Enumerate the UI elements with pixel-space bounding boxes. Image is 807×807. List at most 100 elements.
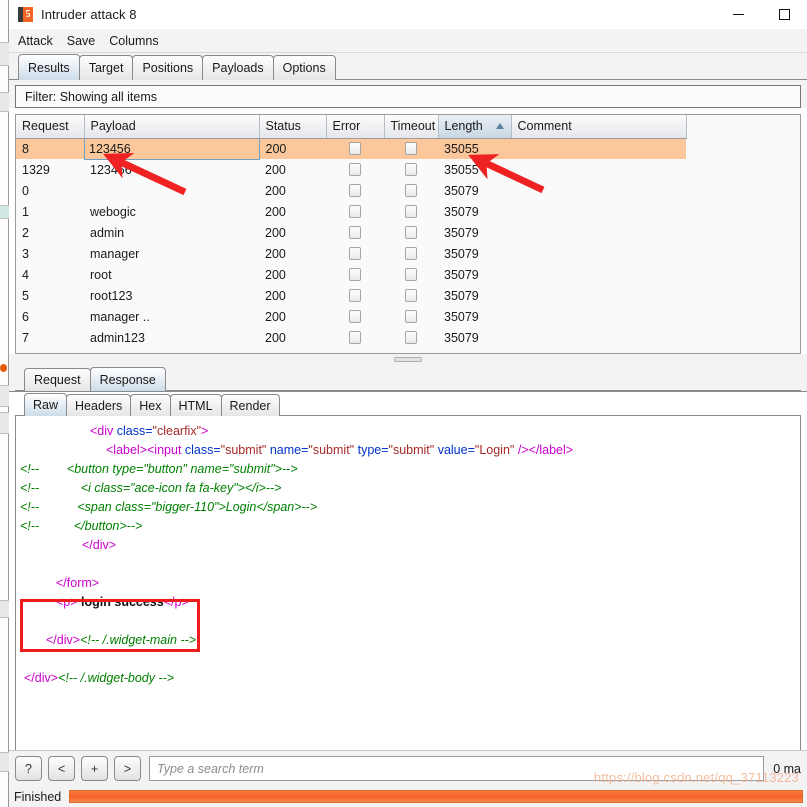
cell-error-checkbox[interactable] — [326, 243, 384, 264]
checkbox-unchecked-icon[interactable] — [349, 226, 361, 240]
column-header-status[interactable]: Status — [259, 115, 327, 139]
table-row[interactable]: 3 manager 200 35079 — [16, 243, 686, 264]
checkbox-unchecked-icon[interactable] — [405, 142, 417, 156]
code-token: </button>--> — [39, 519, 143, 533]
column-header-length[interactable]: Length — [438, 115, 512, 139]
checkbox-unchecked-icon[interactable] — [349, 331, 361, 345]
checkbox-unchecked-icon[interactable] — [349, 310, 361, 324]
tab-headers[interactable]: Headers — [66, 394, 132, 416]
menu-save[interactable]: Save — [67, 34, 96, 48]
cell-payload: root123 — [90, 288, 133, 303]
checkbox-unchecked-icon[interactable] — [405, 268, 417, 282]
cell-timeout-checkbox[interactable] — [384, 327, 438, 348]
login-success-highlight — [20, 599, 200, 652]
cell-timeout-checkbox[interactable] — [384, 180, 438, 201]
cell-error-checkbox[interactable] — [326, 306, 384, 327]
table-row[interactable]: 6 manager .. 200 35079 — [16, 306, 686, 327]
code-token: </div> — [24, 671, 59, 685]
checkbox-unchecked-icon[interactable] — [405, 247, 417, 261]
checkbox-unchecked-icon[interactable] — [405, 184, 417, 198]
cell-timeout-checkbox[interactable] — [384, 264, 438, 285]
cell-request: 8 — [16, 138, 84, 159]
cell-timeout-checkbox[interactable] — [384, 306, 438, 327]
column-header-payload[interactable]: Payload — [84, 115, 260, 139]
checkbox-unchecked-icon[interactable] — [405, 163, 417, 177]
cell-error-checkbox[interactable] — [326, 138, 384, 159]
checkbox-unchecked-icon[interactable] — [349, 184, 361, 198]
checkbox-unchecked-icon[interactable] — [349, 163, 361, 177]
checkbox-unchecked-icon[interactable] — [349, 205, 361, 219]
cell-request: 4 — [22, 267, 29, 282]
checkbox-unchecked-icon[interactable] — [405, 205, 417, 219]
table-splitter[interactable] — [9, 354, 807, 366]
checkbox-unchecked-icon[interactable] — [405, 310, 417, 324]
cell-timeout-checkbox[interactable] — [384, 138, 438, 159]
checkbox-unchecked-icon[interactable] — [349, 289, 361, 303]
search-add-button[interactable]: + — [81, 756, 108, 781]
cell-timeout-checkbox[interactable] — [384, 159, 438, 180]
checkbox-unchecked-icon[interactable] — [349, 142, 361, 156]
cell-request: 5 — [22, 288, 29, 303]
column-header-error[interactable]: Error — [326, 115, 385, 139]
table-row[interactable]: 2 admin 200 35079 — [16, 222, 686, 243]
cell-error-checkbox[interactable] — [326, 222, 384, 243]
search-next-button[interactable]: > — [114, 756, 141, 781]
cell-timeout-checkbox[interactable] — [384, 243, 438, 264]
checkbox-unchecked-icon[interactable] — [405, 226, 417, 240]
cell-error-checkbox[interactable] — [326, 285, 384, 306]
tab-positions[interactable]: Positions — [132, 55, 204, 80]
search-prev-button[interactable]: < — [48, 756, 75, 781]
cell-timeout-checkbox[interactable] — [384, 285, 438, 306]
table-row[interactable]: 8 123456 200 35055 — [16, 137, 686, 160]
tab-raw[interactable]: Raw — [24, 393, 68, 416]
table-row[interactable]: 1 webogic 200 35079 — [16, 201, 686, 222]
code-token: /></label> — [514, 443, 574, 457]
table-row[interactable]: 4 root 200 35079 — [16, 264, 686, 285]
background-window-sliver — [0, 0, 9, 807]
cell-status: 200 — [265, 267, 286, 282]
checkbox-unchecked-icon[interactable] — [349, 247, 361, 261]
tab-html[interactable]: HTML — [169, 394, 222, 416]
response-body-viewer[interactable]: <div class="clearfix"> <label><input clas… — [15, 416, 801, 750]
table-row[interactable]: 1329 123456 200 35055 — [16, 159, 686, 180]
bg-window-indicator — [0, 364, 7, 372]
cell-error-checkbox[interactable] — [326, 201, 384, 222]
column-header-comment[interactable]: Comment — [511, 115, 687, 139]
menu-attack[interactable]: Attack — [18, 34, 53, 48]
cell-error-checkbox[interactable] — [326, 180, 384, 201]
bg-strip-1 — [0, 42, 9, 66]
tab-response[interactable]: Response — [89, 367, 166, 391]
watermark-text: https://blog.csdn.net/qq_37113223 — [593, 770, 799, 785]
tab-hex[interactable]: Hex — [130, 394, 171, 416]
table-row[interactable]: 7 admin123 200 35079 — [16, 327, 686, 348]
table-row[interactable]: 0 200 35079 — [16, 180, 686, 201]
cell-timeout-checkbox[interactable] — [384, 222, 438, 243]
maximize-button[interactable] — [761, 0, 807, 29]
cell-error-checkbox[interactable] — [326, 159, 384, 180]
checkbox-unchecked-icon[interactable] — [405, 331, 417, 345]
search-help-button[interactable]: ? — [15, 756, 42, 781]
tab-options[interactable]: Options — [272, 55, 336, 80]
tab-render[interactable]: Render — [220, 394, 280, 416]
cell-error-checkbox[interactable] — [326, 264, 384, 285]
column-header-label: Request — [22, 119, 69, 134]
tab-target[interactable]: Target — [78, 55, 134, 80]
checkbox-unchecked-icon[interactable] — [405, 289, 417, 303]
tab-results[interactable]: Results — [18, 54, 80, 80]
tab-request[interactable]: Request — [24, 368, 91, 391]
table-row[interactable]: 5 root123 200 35079 — [16, 285, 686, 306]
tab-payloads[interactable]: Payloads — [202, 55, 274, 80]
cell-length: 35055 — [444, 162, 479, 177]
column-header-request[interactable]: Request — [16, 115, 85, 139]
menu-columns[interactable]: Columns — [109, 34, 158, 48]
column-header-timeout[interactable]: Timeout — [384, 115, 439, 139]
cell-error-checkbox[interactable] — [326, 327, 384, 348]
code-token: class= — [116, 424, 153, 438]
minimize-button[interactable] — [715, 0, 761, 29]
cell-request: 1 — [22, 204, 29, 219]
splitter-thumb[interactable] — [394, 357, 422, 362]
checkbox-unchecked-icon[interactable] — [349, 268, 361, 282]
code-line: <!-- </button>--> — [16, 517, 800, 536]
cell-timeout-checkbox[interactable] — [384, 201, 438, 222]
filter-bar[interactable]: Filter: Showing all items — [15, 85, 801, 108]
